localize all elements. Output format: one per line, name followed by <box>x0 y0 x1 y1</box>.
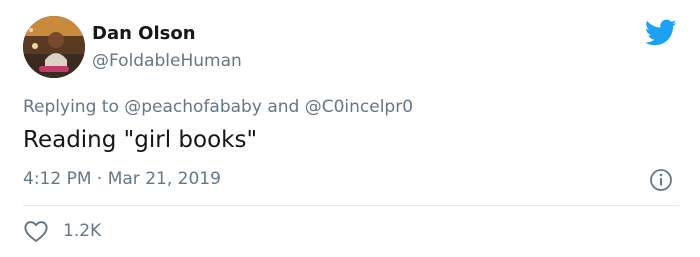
avatar-image <box>23 16 85 78</box>
like-count: 1.2K <box>63 221 102 241</box>
meta-separator: · <box>96 169 103 189</box>
heart-icon[interactable] <box>23 219 49 243</box>
reply-prefix: Replying to <box>23 97 119 117</box>
reply-mention-2[interactable]: @C0incelpr0 <box>305 97 413 117</box>
info-icon[interactable] <box>649 168 673 192</box>
tweet-date[interactable]: Mar 21, 2019 <box>108 169 221 189</box>
tweet-time[interactable]: 4:12 PM <box>23 169 92 189</box>
avatar[interactable] <box>23 16 85 78</box>
like-action[interactable]: 1.2K <box>23 218 101 244</box>
tweet-text: Reading "girl books" <box>23 127 258 153</box>
tweet-card: Dan Olson @FoldableHuman Replying to @pe… <box>0 0 700 257</box>
author-name[interactable]: Dan Olson <box>92 23 196 45</box>
author-handle[interactable]: @FoldableHuman <box>92 50 242 72</box>
tweet-timestamp[interactable]: 4:12 PM · Mar 21, 2019 <box>23 168 221 190</box>
twitter-bird-icon[interactable] <box>645 19 677 47</box>
reply-mention-1[interactable]: @peachofababy <box>124 97 262 117</box>
divider <box>23 205 679 206</box>
reply-conjunction: and <box>267 97 300 117</box>
reply-context: Replying to @peachofababy and @C0incelpr… <box>23 96 413 118</box>
